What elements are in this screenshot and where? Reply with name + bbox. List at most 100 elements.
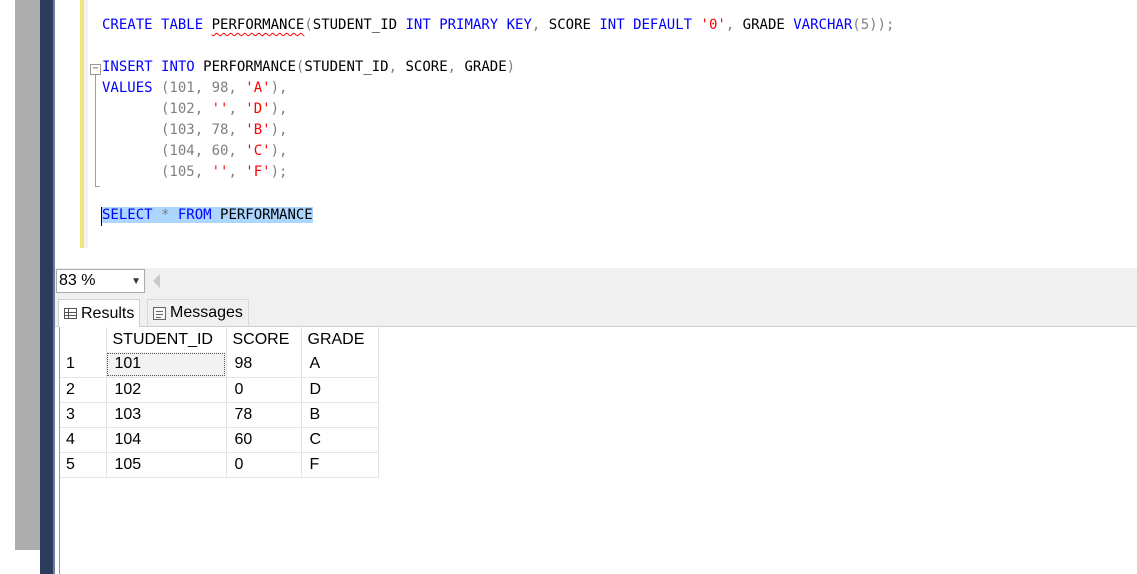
code-token: '' <box>211 101 229 117</box>
results-pane: Results Messages STUDENT_ID SCORE GRADE … <box>55 295 1137 574</box>
code-token: 'C' <box>245 143 271 159</box>
code-token: , <box>228 101 246 117</box>
code-token: PERFORMANCE <box>211 17 305 33</box>
row-number[interactable]: 1 <box>60 352 107 378</box>
cell-score[interactable]: 78 <box>226 402 302 428</box>
cell-grade[interactable]: F <box>301 452 379 478</box>
cell-student-id[interactable]: 102 <box>106 377 227 403</box>
column-header-grade[interactable]: GRADE <box>301 327 379 352</box>
code-line-4[interactable]: (102, '', 'D'), <box>102 101 287 117</box>
table-row[interactable]: 2 102 0 D <box>60 377 379 403</box>
collapse-icon[interactable]: − <box>90 64 101 75</box>
cell-student-id[interactable]: 105 <box>106 452 227 478</box>
change-tracking-bar <box>80 0 84 248</box>
tab-results-label: Results <box>81 304 135 322</box>
row-number[interactable]: 5 <box>60 452 107 478</box>
code-token: ); <box>270 164 288 180</box>
code-token: , <box>388 59 406 75</box>
left-margin <box>0 0 15 574</box>
chevron-down-icon[interactable]: ▼ <box>131 271 141 293</box>
code-token: (101, 98, <box>152 80 246 96</box>
results-grid[interactable]: STUDENT_ID SCORE GRADE 1 101 98 A 2 102 … <box>59 327 1137 574</box>
code-token: PERFORMANCE <box>211 207 313 223</box>
code-line-2[interactable]: INSERT INTO PERFORMANCE(STUDENT_ID, SCOR… <box>102 59 515 75</box>
code-token: (5)); <box>852 17 895 33</box>
results-tabstrip: Results Messages <box>55 295 1137 327</box>
object-explorer-edge <box>40 0 53 574</box>
code-token: 'F' <box>245 164 271 180</box>
cell-student-id[interactable]: 101 <box>106 352 227 378</box>
code-token: STUDENT_ID <box>312 17 406 33</box>
code-token: * <box>152 207 178 223</box>
code-line-select[interactable]: SELECT * FROM PERFORMANCE <box>102 207 313 223</box>
code-token: GRADE <box>742 17 794 33</box>
code-line-6[interactable]: (104, 60, 'C'), <box>102 143 287 159</box>
code-token: FROM <box>177 207 212 223</box>
tab-messages[interactable]: Messages <box>147 299 249 326</box>
code-token: PERFORMANCE <box>194 59 296 75</box>
code-token: ), <box>270 101 288 117</box>
cell-grade[interactable]: D <box>301 377 379 403</box>
cell-score[interactable]: 0 <box>226 452 302 478</box>
row-header-corner[interactable] <box>60 327 107 352</box>
code-token: (105, <box>102 164 212 180</box>
cell-score[interactable]: 60 <box>226 427 302 453</box>
outline-guide-end <box>95 186 100 187</box>
code-token: SCORE <box>405 59 448 75</box>
row-number[interactable]: 2 <box>60 377 107 403</box>
results-table: STUDENT_ID SCORE GRADE 1 101 98 A 2 102 … <box>60 327 379 478</box>
code-line-7[interactable]: (105, '', 'F'); <box>102 164 287 180</box>
code-line-3[interactable]: VALUES (101, 98, 'A'), <box>102 80 287 96</box>
code-token: TABLE <box>161 17 204 33</box>
code-token: SELECT <box>102 207 153 223</box>
code-token: ( <box>304 17 313 33</box>
code-token: VALUES <box>102 80 153 96</box>
cell-student-id[interactable]: 103 <box>106 402 227 428</box>
code-token: INT DEFAULT <box>599 17 693 33</box>
zoom-bar: 83 % ▼ <box>55 268 1137 295</box>
code-token: 'A' <box>245 80 271 96</box>
table-row[interactable]: 1 101 98 A <box>60 352 379 378</box>
code-token: (103, 78, <box>102 122 246 138</box>
cell-score[interactable]: 98 <box>226 352 302 378</box>
tab-messages-label: Messages <box>170 304 243 321</box>
tab-results[interactable]: Results <box>58 299 141 327</box>
table-row[interactable]: 3 103 78 B <box>60 402 379 428</box>
column-header-student-id[interactable]: STUDENT_ID <box>106 327 227 352</box>
code-token: INTO <box>161 59 195 75</box>
code-token: ), <box>270 122 288 138</box>
code-token: '0' <box>700 17 726 33</box>
row-number[interactable]: 4 <box>60 427 107 453</box>
code-token: ) <box>506 59 516 75</box>
row-number[interactable]: 3 <box>60 402 107 428</box>
zoom-dropdown[interactable]: 83 % ▼ <box>56 269 145 293</box>
column-header-score[interactable]: SCORE <box>226 327 302 352</box>
code-token: 'D' <box>245 101 271 117</box>
code-line-1[interactable]: CREATE TABLE PERFORMANCE(STUDENT_ID INT … <box>102 17 894 33</box>
outline-guide <box>95 74 96 186</box>
code-token: VARCHAR <box>793 17 853 33</box>
messages-icon <box>153 306 166 320</box>
code-token: , <box>725 17 743 33</box>
cell-grade[interactable]: C <box>301 427 379 453</box>
table-row[interactable]: 5 105 0 F <box>60 452 379 478</box>
code-token: , <box>447 59 465 75</box>
query-editor[interactable]: − CREATE TABLE PERFORMANCE(STUDENT_ID IN… <box>55 0 1137 268</box>
code-token: CREATE <box>102 17 153 33</box>
code-token: INT PRIMARY KEY <box>405 17 532 33</box>
code-token: (104, 60, <box>102 143 246 159</box>
code-token: SCORE <box>548 17 600 33</box>
code-line-5[interactable]: (103, 78, 'B'), <box>102 122 287 138</box>
cell-grade[interactable]: A <box>301 352 379 378</box>
scroll-left-arrow-icon[interactable] <box>153 274 160 288</box>
cell-score[interactable]: 0 <box>226 377 302 403</box>
zoom-value: 83 % <box>59 272 96 289</box>
cell-student-id[interactable]: 104 <box>106 427 227 453</box>
code-token: INSERT <box>102 59 153 75</box>
cell-grade[interactable]: B <box>301 402 379 428</box>
table-row[interactable]: 4 104 60 C <box>60 427 379 453</box>
header-row: STUDENT_ID SCORE GRADE <box>60 327 379 352</box>
